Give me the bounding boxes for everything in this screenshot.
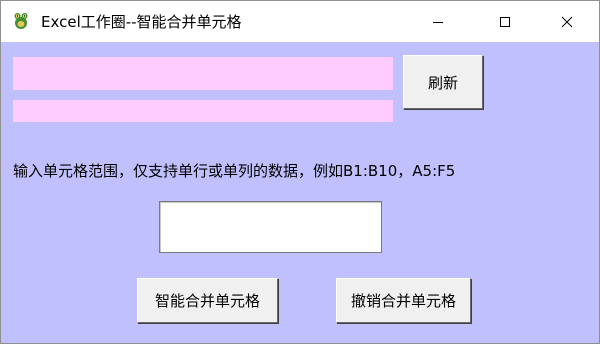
- minimize-button[interactable]: [415, 1, 461, 42]
- close-icon: [561, 16, 573, 28]
- close-button[interactable]: [544, 1, 590, 42]
- refresh-button[interactable]: 刷新: [403, 55, 483, 109]
- undo-merge-button[interactable]: 撤销合并单元格: [336, 278, 471, 323]
- maximize-button[interactable]: [482, 1, 528, 42]
- frog-icon: [13, 12, 29, 30]
- status-label-2: [13, 100, 393, 122]
- merge-cells-button-label: 智能合并单元格: [154, 292, 260, 310]
- merge-cells-button[interactable]: 智能合并单元格: [137, 278, 278, 323]
- range-hint-text: 输入单元格范围，仅支持单行或单列的数据，例如B1:B10，A5:F5: [13, 162, 456, 180]
- title-bar[interactable]: Excel工作圈--智能合并单元格: [1, 1, 599, 42]
- status-label-1: [13, 57, 393, 90]
- maximize-icon: [499, 16, 511, 28]
- minimize-icon: [432, 16, 444, 28]
- refresh-button-label: 刷新: [427, 73, 458, 92]
- range-input[interactable]: [159, 201, 382, 253]
- window-title: Excel工作圈--智能合并单元格: [41, 13, 242, 31]
- undo-merge-button-label: 撤销合并单元格: [350, 292, 456, 310]
- app-window: Excel工作圈--智能合并单元格 刷新 输入单元格范围，仅支持单行或单列的数据…: [0, 0, 600, 344]
